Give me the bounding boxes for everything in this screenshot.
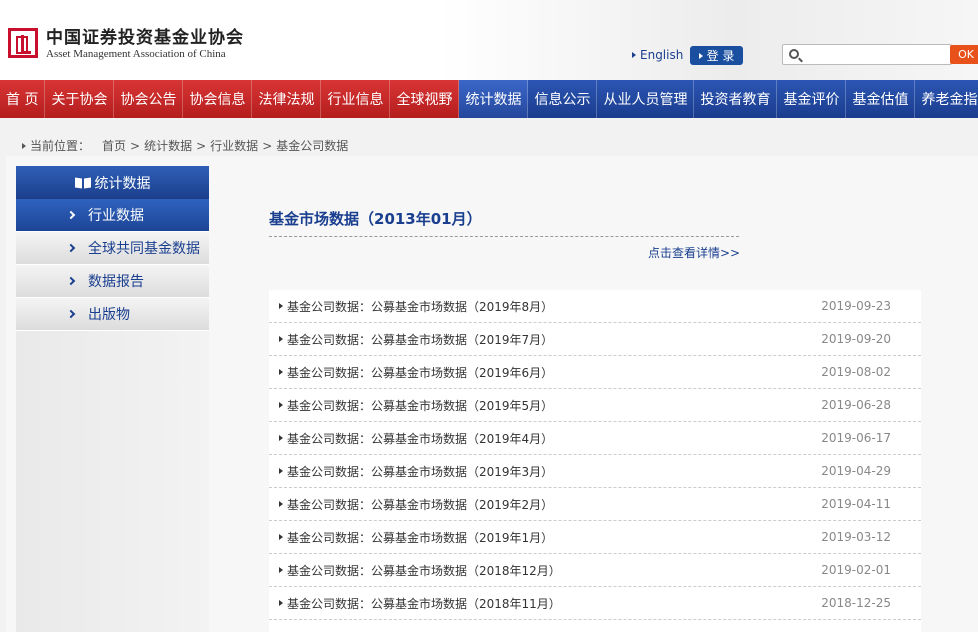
list-item[interactable]: 基金公司数据：公募基金市场数据（2019年2月） 2019-04-11: [269, 488, 921, 521]
list-item[interactable]: 基金公司数据：公募基金市场数据（2019年3月） 2019-04-29: [269, 455, 921, 488]
list-item[interactable]: 基金公司数据：公募基金市场数据（2019年1月） 2019-03-12: [269, 521, 921, 554]
list-item[interactable]: 基金公司数据：公募基金市场数据（2019年7月） 2019-09-20: [269, 323, 921, 356]
chevron-right-icon: [66, 276, 76, 286]
sidebar-item-publications[interactable]: 出版物: [16, 298, 209, 331]
breadcrumb-item-fund-company-data[interactable]: 基金公司数据: [276, 137, 348, 154]
list-item-title[interactable]: 基金公司数据：公募基金市场数据（2019年5月）: [287, 397, 821, 414]
sidebar-item-industry-data[interactable]: 行业数据: [16, 199, 209, 232]
search-button[interactable]: OK: [950, 45, 978, 64]
triangle-right-icon: [279, 567, 283, 573]
page-title: 基金市场数据（2013年01月）: [269, 210, 482, 228]
site-header: 中国证券投资基金业协会 Asset Management Association…: [0, 0, 978, 80]
triangle-right-icon: [698, 52, 703, 59]
nav-item-personnel[interactable]: 从业人员管理: [597, 80, 695, 118]
nav-item-disclosure[interactable]: 信息公示: [528, 80, 598, 118]
view-details-link[interactable]: 点击查看详情>>: [648, 244, 740, 261]
breadcrumb-item-statistics[interactable]: 统计数据: [144, 137, 192, 154]
list-item-title[interactable]: 基金公司数据：公募基金市场数据（2018年11月）: [287, 595, 821, 612]
list-item-title[interactable]: 基金公司数据：公募基金市场数据（2019年6月）: [287, 364, 821, 381]
list-item[interactable]: 基金公司数据：公募基金市场数据（2019年5月） 2019-06-28: [269, 389, 921, 422]
triangle-right-icon: [279, 336, 283, 342]
nav-item-fund-rating[interactable]: 基金评价: [777, 80, 847, 118]
search-icon: [789, 49, 799, 59]
logo-english-name: Asset Management Association of China: [46, 48, 226, 60]
nav-item-industry-info[interactable]: 行业信息: [321, 80, 391, 118]
list-item-title[interactable]: 基金公司数据：公募基金市场数据（2019年3月）: [287, 463, 821, 480]
list-item-date: 2019-08-02: [821, 365, 891, 379]
login-button[interactable]: 登 录: [690, 46, 743, 65]
list-item-title[interactable]: 基金公司数据：公募基金市场数据（2019年8月）: [287, 298, 821, 315]
logo-mark-icon: [8, 28, 38, 58]
breadcrumb-separator: >: [262, 138, 273, 153]
list-item-date: 2019-09-23: [821, 299, 891, 313]
triangle-right-icon: [279, 435, 283, 441]
triangle-right-icon: [279, 534, 283, 540]
list-item-title[interactable]: 基金公司数据：公募基金市场数据（2018年12月）: [287, 562, 821, 579]
list-item-date: 2019-03-12: [821, 530, 891, 544]
triangle-right-icon: [279, 501, 283, 507]
nav-item-global-view[interactable]: 全球视野: [390, 80, 460, 118]
triangle-right-icon: [279, 600, 283, 606]
list-item-date: 2019-09-20: [821, 332, 891, 346]
list-item-date: 2018-12-25: [821, 596, 891, 610]
triangle-right-icon: [279, 402, 283, 408]
nav-item-pension-index[interactable]: 养老金指数: [915, 80, 978, 118]
triangle-right-icon: [279, 369, 283, 375]
breadcrumb-separator: >: [130, 138, 141, 153]
sidebar-item-data-reports[interactable]: 数据报告: [16, 265, 209, 298]
nav-item-statistics[interactable]: 统计数据: [459, 80, 529, 118]
chevron-right-icon: [66, 210, 76, 220]
list-item-date: 2019-02-01: [821, 563, 891, 577]
search-input[interactable]: [805, 46, 945, 63]
chevron-right-icon: [66, 309, 76, 319]
triangle-right-icon: [279, 468, 283, 474]
breadcrumb-prefix: 当前位置：: [30, 139, 91, 153]
logo-chinese-name: 中国证券投资基金业协会: [46, 28, 244, 48]
breadcrumb-item-industry-data[interactable]: 行业数据: [210, 137, 258, 154]
triangle-right-icon: [279, 303, 283, 309]
sidebar-item-global-mutual-fund-data[interactable]: 全球共同基金数据: [16, 232, 209, 265]
list-item[interactable]: 基金公司数据：公募基金市场数据（2018年12月） 2019-02-01: [269, 554, 921, 587]
breadcrumb-separator: >: [196, 138, 207, 153]
list-item[interactable]: 基金公司数据：公募基金市场数据（2018年11月） 2018-12-25: [269, 587, 921, 620]
main-nav: 首 页 关于协会 协会公告 协会信息 法律法规 行业信息 全球视野 统计数据 信…: [0, 80, 978, 118]
nav-item-announcements[interactable]: 协会公告: [114, 80, 184, 118]
nav-item-home[interactable]: 首 页: [0, 80, 46, 118]
list-item-title[interactable]: 基金公司数据：公募基金市场数据（2019年4月）: [287, 430, 821, 447]
nav-item-laws[interactable]: 法律法规: [252, 80, 322, 118]
sidebar-title: 统计数据: [16, 166, 209, 199]
list-item-date: 2019-06-28: [821, 398, 891, 412]
nav-item-about[interactable]: 关于协会: [45, 80, 115, 118]
article-list: 基金公司数据：公募基金市场数据（2019年8月） 2019-09-23 基金公司…: [269, 290, 921, 632]
list-item-date: 2019-04-11: [821, 497, 891, 511]
breadcrumb: 当前位置： 首页 > 统计数据 > 行业数据 > 基金公司数据: [22, 137, 348, 154]
triangle-right-icon: [22, 142, 26, 149]
list-item-title[interactable]: 基金公司数据：公募基金市场数据（2019年7月）: [287, 331, 821, 348]
breadcrumb-item-home[interactable]: 首页: [102, 137, 126, 154]
site-logo[interactable]: 中国证券投资基金业协会 Asset Management Association…: [8, 28, 244, 61]
nav-item-association-info[interactable]: 协会信息: [183, 80, 253, 118]
nav-item-investor-education[interactable]: 投资者教育: [694, 80, 778, 118]
list-item[interactable]: 基金公司数据：公募基金市场数据（2019年8月） 2019-09-23: [269, 290, 921, 323]
chevron-right-icon: [66, 243, 76, 253]
nav-item-fund-valuation[interactable]: 基金估值: [846, 80, 916, 118]
triangle-right-icon: [632, 52, 636, 58]
english-link[interactable]: English: [632, 48, 683, 62]
list-item[interactable]: 基金公司数据：公募基金市场数据（2019年6月） 2019-08-02: [269, 356, 921, 389]
search-box: [782, 44, 952, 65]
list-item-title[interactable]: 基金公司数据：公募基金市场数据（2019年1月）: [287, 529, 821, 546]
list-item[interactable]: 基金公司数据：公募基金市场数据（2019年4月） 2019-06-17: [269, 422, 921, 455]
list-item-date: 2019-06-17: [821, 431, 891, 445]
title-divider: [269, 236, 739, 237]
book-icon: [75, 177, 91, 189]
sidebar: 统计数据 行业数据 全球共同基金数据 数据报告 出版物: [16, 166, 209, 632]
list-item-title[interactable]: 基金公司数据：公募基金市场数据（2019年2月）: [287, 496, 821, 513]
list-item-date: 2019-04-29: [821, 464, 891, 478]
